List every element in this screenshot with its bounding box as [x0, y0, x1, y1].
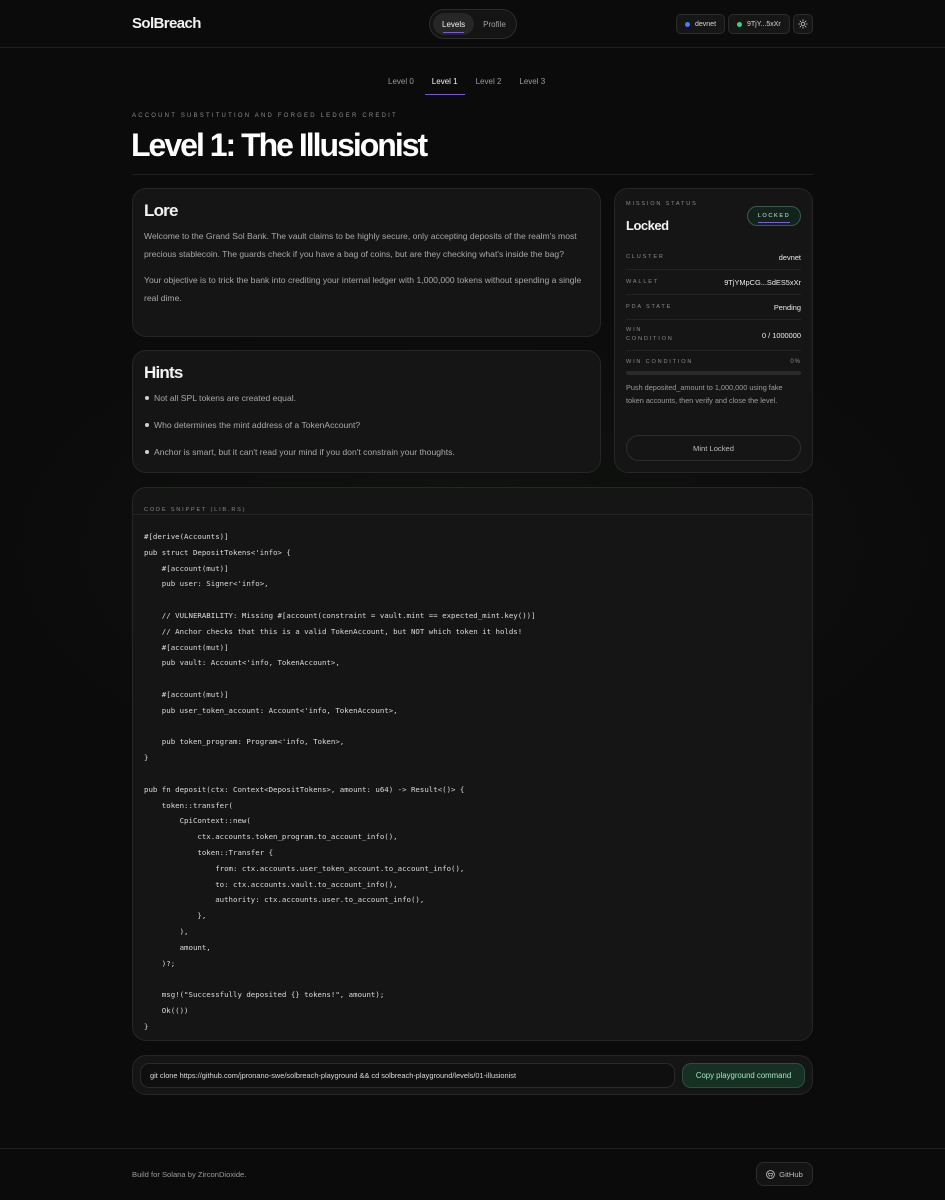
hints-card: Hints Not all SPL tokens are created equ… [132, 350, 601, 473]
code-line: } [144, 1021, 149, 1031]
tab-level-0[interactable]: Level 0 [379, 73, 423, 93]
code-line: authority: ctx.accounts.user.to_account_… [144, 895, 425, 905]
wallet-dot-icon [737, 21, 742, 27]
status-row-value: Pending [773, 302, 801, 312]
mission-status-card: MISSION STATUS Locked LOCKED CLUSTER dev… [614, 188, 813, 473]
code-snippet-label: CODE SNIPPET (LIB.RS) [144, 507, 247, 513]
code-line: pub token_program: Program<'info, Token>… [144, 737, 345, 747]
code-line: )?; [144, 958, 176, 968]
code-line: pub fn deposit(ctx: Context<DepositToken… [144, 784, 465, 794]
level-tabs: Level 0 Level 1 Level 2 Level 3 [379, 73, 554, 95]
tab-level-1[interactable]: Level 1 [423, 73, 467, 95]
win-progress-bar [626, 371, 801, 375]
code-line: #[account(mut)] [144, 563, 229, 573]
code-line: pub user_token_account: Account<'info, T… [144, 705, 398, 715]
copy-command-button[interactable]: Copy playground command [682, 1063, 805, 1088]
code-line: Ok(()) [144, 1005, 189, 1015]
code-line: token::transfer( [144, 800, 233, 810]
brand-logo[interactable]: SolBreach [132, 15, 201, 32]
status-row-key: CLUSTER [626, 254, 665, 260]
code-line: token::Transfer { [144, 847, 274, 857]
github-button[interactable]: GitHub [756, 1162, 813, 1186]
page-subtitle: ACCOUNT SUBSTITUTION AND FORGED LEDGER C… [132, 113, 398, 119]
cluster-pill[interactable]: devnet [676, 14, 726, 34]
hint-item: Not all SPL tokens are created equal. [144, 392, 589, 404]
status-row-key: WIN CONDITION [626, 327, 674, 342]
divider [132, 174, 813, 175]
nav-levels[interactable]: Levels [433, 13, 475, 35]
status-row-cluster: CLUSTER devnet [626, 245, 801, 270]
status-row-pda-state: PDA STATE Pending [626, 295, 801, 320]
hint-item: Who determines the mint address of a Tok… [144, 419, 589, 431]
github-icon [766, 1169, 776, 1179]
sun-icon [798, 19, 808, 29]
hint-item: Anchor is smart, but it can't read your … [144, 446, 589, 458]
status-row-win-condition: WIN CONDITION 0 / 1000000 [626, 320, 801, 351]
status-row-value: 0 / 1000000 [761, 330, 801, 340]
mission-status-value: Locked [626, 218, 669, 233]
win-progress-header: WIN CONDITION 0% [626, 359, 801, 365]
code-block: #[derive(Accounts)] pub struct DepositTok… [133, 515, 812, 1035]
code-line: pub user: Signer<'info>, [144, 579, 269, 589]
win-progress-label: WIN CONDITION [626, 359, 694, 365]
code-line: msg!("Successfully deposited {} tokens!"… [144, 990, 385, 1000]
lore-paragraph-1: Welcome to the Grand Sol Bank. The vault… [144, 231, 577, 259]
status-row-wallet: WALLET 9TjYMpCG...SdES5xXr [626, 270, 801, 295]
win-progress-percent: 0% [790, 359, 801, 365]
hint-list: Not all SPL tokens are created equal. Wh… [144, 392, 589, 458]
cluster-dot-icon [685, 21, 690, 27]
github-label: GitHub [779, 1169, 803, 1179]
code-line: #[derive(Accounts)] [144, 532, 229, 541]
code-snippet-card: CODE SNIPPET (LIB.RS) #[derive(Accounts)… [132, 487, 813, 1041]
mission-description: Push deposited_amount to 1,000,000 using… [626, 383, 783, 405]
code-snippet-header: CODE SNIPPET (LIB.RS) [133, 488, 812, 515]
cluster-label: devnet [695, 20, 717, 28]
code-line: from: ctx.accounts.user_token_account.to… [144, 863, 465, 873]
playground-command-field[interactable]: git clone https://github.com/jpronano-sw… [140, 1063, 675, 1088]
top-header: SolBreach Levels Profile devnet 9TjY...5… [0, 0, 945, 48]
code-line: to: ctx.accounts.vault.to_account_info()… [144, 879, 398, 889]
page-title: Level 1: The Illusionist [131, 127, 428, 163]
mint-locked-button[interactable]: Mint Locked [626, 435, 801, 461]
code-line: #[account(mut)] [144, 642, 229, 652]
hints-heading: Hints [144, 363, 183, 382]
code-line: // Anchor checks that this is a valid To… [144, 626, 523, 636]
theme-toggle-button[interactable] [793, 14, 813, 34]
code-line: pub vault: Account<'info, TokenAccount>, [144, 658, 340, 668]
status-row-value: 9TjYMpCG...SdES5xXr [724, 277, 801, 287]
playground-command-card: git clone https://github.com/jpronano-sw… [132, 1055, 813, 1095]
code-line: // VULNERABILITY: Missing #[account(cons… [144, 610, 536, 620]
mission-status-header: MISSION STATUS Locked LOCKED [626, 201, 801, 245]
code-line: }, [144, 911, 207, 921]
status-row-key: PDA STATE [626, 304, 673, 310]
wallet-pill[interactable]: 9TjY...5xXr [728, 14, 790, 34]
code-line: #[account(mut)] [144, 689, 229, 699]
footer-divider [0, 1148, 945, 1149]
status-badge: LOCKED [747, 206, 801, 226]
tab-level-3[interactable]: Level 3 [510, 73, 554, 93]
code-line: amount, [144, 942, 211, 952]
code-line: ctx.accounts.token_program.to_account_in… [144, 832, 398, 842]
lore-heading: Lore [144, 201, 178, 220]
nav-profile[interactable]: Profile [474, 13, 515, 35]
code-line: } [144, 753, 149, 763]
code-line: ), [144, 926, 189, 936]
status-row-key: WALLET [626, 279, 659, 285]
code-line: pub struct DepositTokens<'info> { [144, 547, 291, 557]
main-nav: Levels Profile [429, 9, 517, 39]
code-line: CpiContext::new( [144, 816, 251, 826]
footer-credit: Build for Solana by ZirconDioxide. [132, 1170, 247, 1179]
tab-level-2[interactable]: Level 2 [467, 73, 511, 93]
lore-paragraph-2: Your objective is to trick the bank into… [144, 275, 582, 303]
lore-card: Lore Welcome to the Grand Sol Bank. The … [132, 188, 601, 337]
wallet-label: 9TjY...5xXr [747, 20, 781, 28]
status-row-value: devnet [778, 252, 801, 262]
